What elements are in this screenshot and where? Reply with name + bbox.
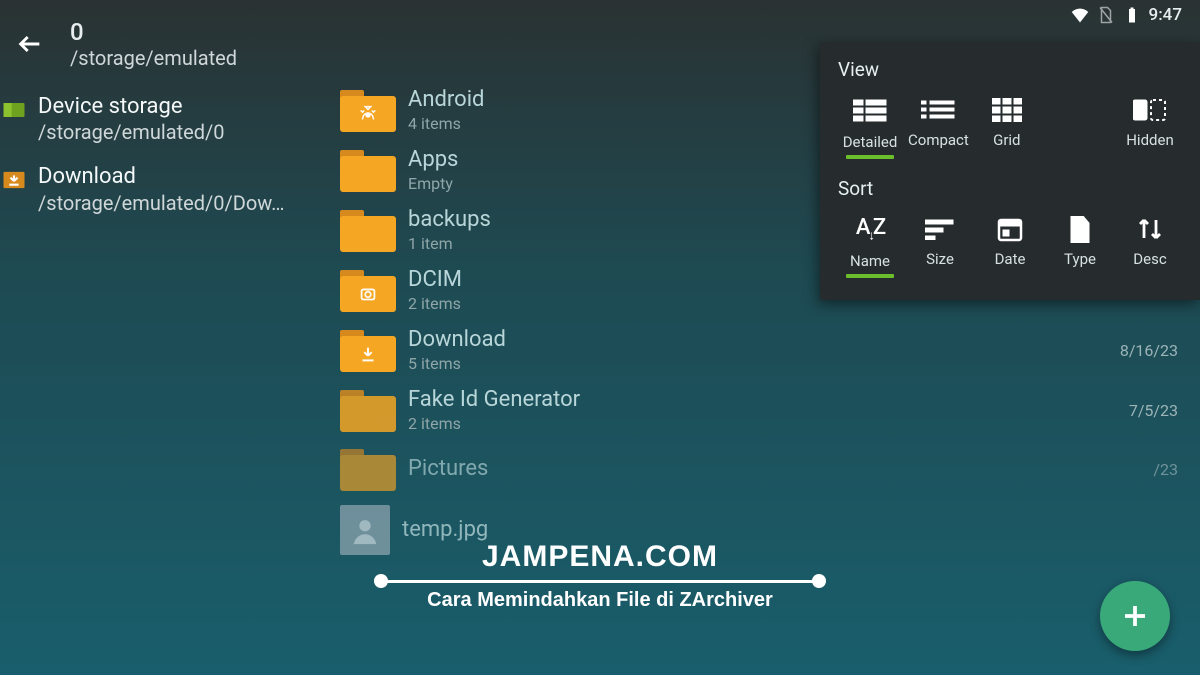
detailed-icon bbox=[849, 95, 891, 125]
file-date: 8/16/23 bbox=[1120, 341, 1186, 360]
sidebar: Device storage /storage/emulated/0 Downl… bbox=[0, 80, 340, 665]
sidebar-item-path: /storage/emulated/0/Dow… bbox=[38, 191, 285, 215]
breadcrumb: /storage/emulated bbox=[70, 46, 237, 70]
option-label: Desc bbox=[1133, 250, 1166, 268]
file-date: 7/5/23 bbox=[1129, 401, 1186, 420]
download-icon bbox=[0, 166, 28, 194]
sidebar-item-path: /storage/emulated/0 bbox=[38, 120, 225, 144]
folder-icon bbox=[340, 208, 396, 252]
sort-size[interactable]: Size bbox=[908, 210, 972, 282]
compact-icon bbox=[917, 95, 959, 125]
wifi-icon bbox=[1071, 6, 1089, 24]
option-label: Detailed bbox=[843, 133, 898, 151]
view-compact[interactable]: Compact bbox=[906, 91, 971, 163]
view-heading: View bbox=[838, 58, 1182, 81]
list-item[interactable]: temp.jpg bbox=[340, 498, 1186, 562]
sort-alpha-icon: A↓Z bbox=[849, 214, 891, 244]
sidebar-item-label: Device storage bbox=[38, 94, 225, 120]
option-label: Type bbox=[1064, 250, 1096, 268]
file-name: temp.jpg bbox=[402, 517, 1166, 542]
file-name: Pictures bbox=[408, 456, 1141, 481]
add-button[interactable] bbox=[1100, 581, 1170, 651]
option-label: Date bbox=[995, 250, 1026, 268]
list-item[interactable]: Download 5 items 8/16/23 bbox=[340, 320, 1186, 380]
file-name: Fake Id Generator bbox=[408, 387, 1117, 412]
view-detailed[interactable]: Detailed bbox=[838, 91, 902, 163]
file-icon bbox=[1059, 214, 1101, 244]
hidden-icon bbox=[1129, 95, 1171, 125]
folder-icon bbox=[340, 328, 396, 372]
view-hidden[interactable]: Hidden bbox=[1118, 91, 1182, 163]
sort-type[interactable]: Type bbox=[1048, 210, 1112, 282]
sort-name[interactable]: A↓Z Name bbox=[838, 210, 902, 282]
page-title: 0 bbox=[70, 18, 237, 46]
calendar-icon bbox=[989, 214, 1031, 244]
option-label: Hidden bbox=[1126, 131, 1174, 149]
sort-size-icon bbox=[919, 214, 961, 244]
sidebar-item-download[interactable]: Download /storage/emulated/0/Dow… bbox=[0, 158, 340, 228]
back-button[interactable] bbox=[14, 28, 46, 60]
clock: 9:47 bbox=[1149, 5, 1182, 25]
file-meta: 2 items bbox=[408, 414, 1117, 433]
list-item[interactable]: Pictures /23 bbox=[340, 440, 1186, 498]
file-meta: 5 items bbox=[408, 354, 1108, 373]
list-item[interactable]: Fake Id Generator 2 items 7/5/23 bbox=[340, 380, 1186, 440]
folder-icon bbox=[340, 447, 396, 491]
grid-icon bbox=[986, 95, 1028, 125]
image-icon bbox=[340, 505, 390, 555]
view-grid[interactable]: Grid bbox=[975, 91, 1039, 163]
option-label: Name bbox=[850, 252, 890, 270]
option-label: Size bbox=[926, 250, 954, 268]
sort-date[interactable]: Date bbox=[978, 210, 1042, 282]
no-sim-icon bbox=[1097, 6, 1115, 24]
file-date: /23 bbox=[1153, 460, 1186, 479]
folder-icon bbox=[340, 148, 396, 192]
sort-desc-icon bbox=[1129, 214, 1171, 244]
folder-icon bbox=[340, 388, 396, 432]
sort-desc[interactable]: Desc bbox=[1118, 210, 1182, 282]
folder-icon bbox=[340, 88, 396, 132]
file-name: Download bbox=[408, 327, 1108, 352]
option-label: Compact bbox=[908, 131, 969, 149]
sidebar-item-label: Download bbox=[38, 164, 285, 190]
sort-heading: Sort bbox=[838, 177, 1182, 200]
folder-icon bbox=[340, 268, 396, 312]
option-label: Grid bbox=[993, 131, 1020, 149]
battery-icon bbox=[1123, 6, 1141, 24]
storage-icon bbox=[0, 96, 28, 124]
view-sort-menu: View Detailed Compact Grid Hidden Sort A… bbox=[820, 42, 1200, 300]
sidebar-item-device-storage[interactable]: Device storage /storage/emulated/0 bbox=[0, 88, 340, 158]
status-bar: 9:47 bbox=[1053, 0, 1200, 30]
